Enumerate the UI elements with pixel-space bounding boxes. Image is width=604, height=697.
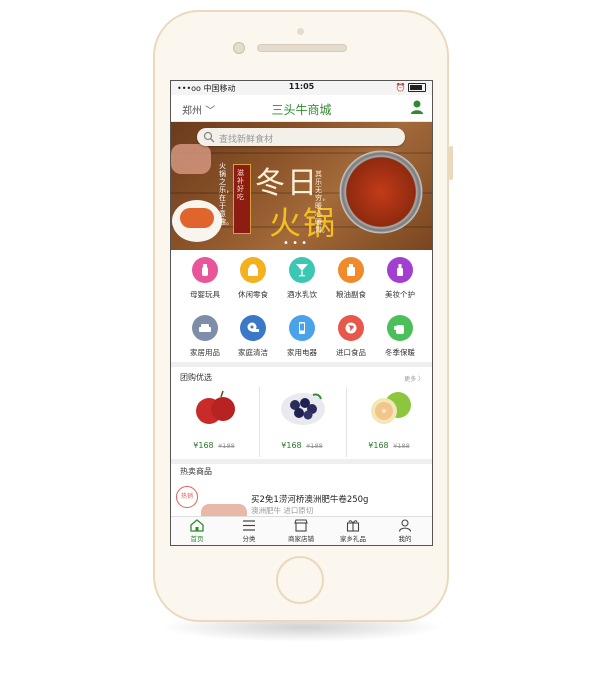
banner-side-text: 其乐无穷，暖心暖胃。 [315,170,329,234]
product-subtitle: 澳洲肥牛 进口原切 [251,506,314,515]
tab-label: 我的 [398,535,412,543]
category-mother-baby[interactable]: 母婴玩具 [180,257,230,300]
oil-bottle-icon [338,257,364,283]
hotpot-image [337,148,425,236]
more-link[interactable]: 更多 〉 [404,374,424,383]
category-label: 粮油副食 [336,290,366,299]
original-price: ¥188 [306,442,323,450]
tab-mine[interactable]: 我的 [379,519,431,543]
cocktail-icon [289,257,315,283]
alarm-icon: ⏰ [395,83,406,92]
category-imported-food[interactable]: 进口食品 [326,315,376,358]
tab-categories[interactable]: 分类 [223,519,275,543]
tab-stores[interactable]: 商家店铺 [275,519,327,543]
category-cleaning[interactable]: 家庭清洁 [228,315,278,358]
tab-label: 家乡礼品 [340,535,366,543]
price-tag: ¥168 ¥188 [259,441,345,450]
category-grain-oil[interactable]: 粮油副食 [326,257,376,300]
baby-bottle-icon [192,257,218,283]
tab-label: 商家店铺 [288,535,314,543]
category-appliances[interactable]: 家用电器 [277,315,327,358]
pomelo-image [371,392,411,424]
group-buy-title: 团购优选 [180,373,212,382]
group-buy-item[interactable]: ¥168 ¥188 [259,383,345,457]
glove-icon [387,315,413,341]
tab-label: 分类 [242,535,256,543]
user-icon [398,519,412,532]
clock: 11:05 [288,82,315,91]
group-buy-item[interactable]: ¥168 ¥188 [346,383,432,457]
category-label: 美妆个护 [385,290,415,299]
home-button[interactable] [276,556,324,604]
store-icon [294,519,308,532]
shrimp-image [180,208,214,228]
section-divider [171,459,432,464]
banner-headline-top: 冬日 [255,166,319,201]
current-price: ¥168 [193,441,214,450]
category-label: 家用电器 [287,348,317,357]
price-tag: ¥168 ¥188 [171,441,257,450]
lotion-icon [387,257,413,283]
status-bar: •••oo 中国移动 11:05 ⏰ [171,81,432,95]
tissue-roll-icon [240,315,266,341]
category-label: 母婴玩具 [190,290,220,299]
category-label: 家庭清洁 [238,348,268,357]
globe-icon [338,315,364,341]
category-home-goods[interactable]: 家居用品 [180,315,230,358]
search-icon [203,131,215,143]
current-price: ¥168 [281,441,302,450]
gift-icon [346,520,360,532]
banner-poem-text: 火锅之乐，在于意趣。 [219,162,233,226]
hot-badge: 热销 [176,486,198,508]
apple-image [196,390,235,424]
product-name[interactable]: 买2免1涝河桥澳洲肥牛卷250g [251,493,368,505]
list-icon [243,520,255,531]
category-label: 进口食品 [336,348,366,357]
raw-meat-image [171,144,211,174]
search-bar[interactable]: 查找新鲜食材 [197,128,405,146]
hot-sale-title: 热卖商品 [180,467,212,476]
bottom-tab-bar: 首页 分类 商家店铺 家乡礼品 我的 [171,516,432,545]
earpiece-speaker [257,44,347,52]
price-tag: ¥168 ¥188 [346,441,432,450]
category-beauty[interactable]: 美妆个护 [375,257,425,300]
category-label: 酒水乳饮 [287,290,317,299]
front-camera [233,42,245,54]
current-price: ¥168 [368,441,389,450]
blueberry-image [281,393,325,425]
category-label: 冬季保暖 [385,348,415,357]
promo-banner[interactable]: 滋补好吃 火锅之乐，在于意趣。 冬日 火锅 • • • 其乐无穷，暖心暖胃。 查… [171,122,432,250]
tab-label: 首页 [190,535,204,543]
page-title: 三头牛商城 [271,103,332,117]
phone-icon [289,315,315,341]
category-label: 家居用品 [190,348,220,357]
top-nav-bar: 郑州 ﹀ 三头牛商城 [171,95,432,122]
tab-home[interactable]: 首页 [171,519,223,543]
category-snacks[interactable]: 休闲零食 [228,257,278,300]
section-divider [171,362,432,367]
side-button[interactable] [449,146,453,180]
home-icon [190,519,204,532]
original-price: ¥188 [218,442,235,450]
banner-tag-text: 滋补好吃 [237,169,244,201]
sofa-icon [192,315,218,341]
group-buy-item[interactable]: ¥168 ¥188 [171,383,257,457]
snack-icon [240,257,266,283]
banner-red-tag: 滋补好吃 [233,164,251,234]
user-profile-icon[interactable] [410,99,424,115]
status-icons: ⏰ [395,83,426,92]
category-label: 休闲零食 [238,290,268,299]
category-drinks[interactable]: 酒水乳饮 [277,257,327,300]
tab-gifts[interactable]: 家乡礼品 [327,519,379,543]
search-placeholder: 查找新鲜食材 [219,135,274,145]
category-winter-warm[interactable]: 冬季保暖 [375,315,425,358]
battery-icon [408,83,426,92]
original-price: ¥188 [393,442,410,450]
proximity-sensor [297,28,304,35]
banner-dots: • • • [283,238,308,249]
app-screen: •••oo 中国移动 11:05 ⏰ 郑州 ﹀ 三头牛商城 滋补好吃 火锅之乐，… [170,80,433,546]
